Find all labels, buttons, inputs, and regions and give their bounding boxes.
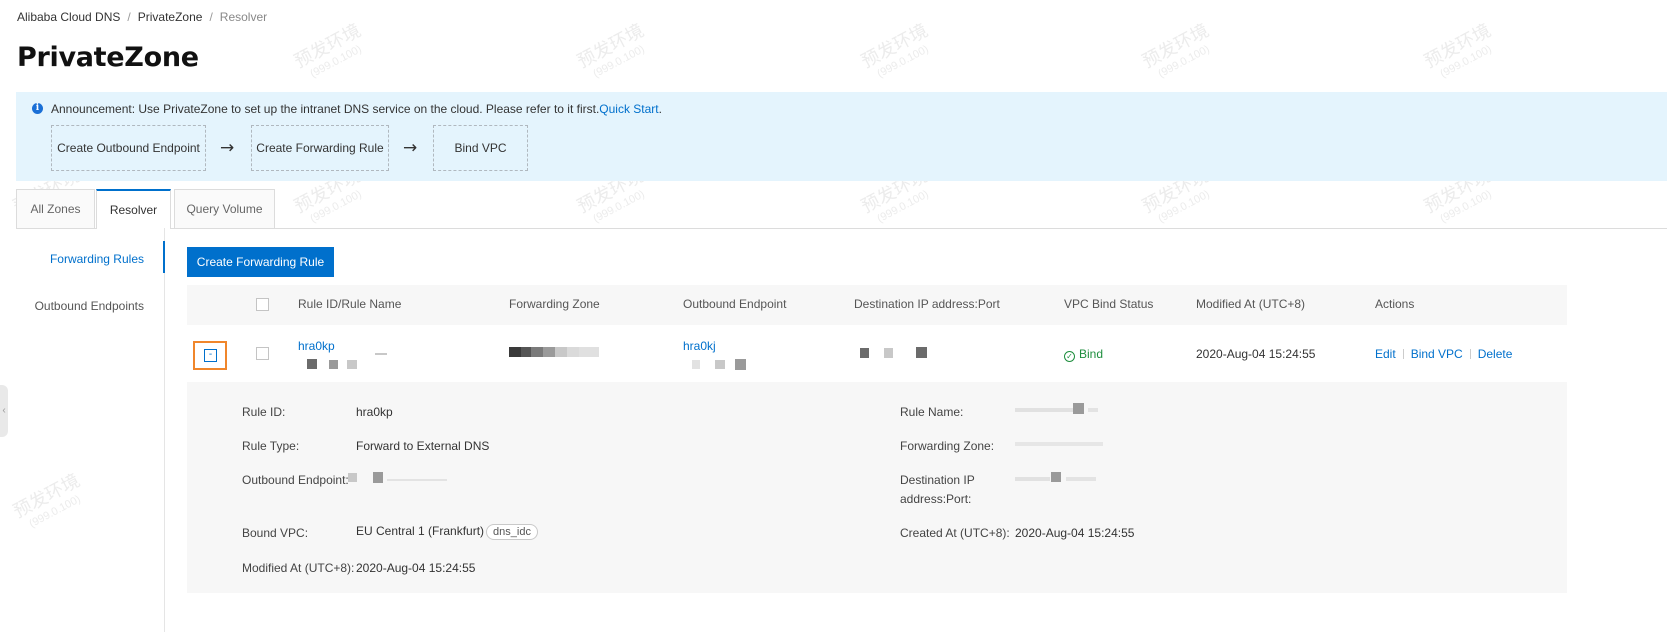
quick-start-link[interactable]: Quick Start (599, 102, 658, 116)
announcement-banner: i Announcement: Use PrivateZone to set u… (16, 92, 1667, 181)
watermark: 预发环境(999.0.100) (574, 20, 648, 80)
breadcrumb: Alibaba Cloud DNS / PrivateZone / Resolver (17, 10, 268, 24)
row-actions: Edit Bind VPC Delete (1375, 347, 1512, 361)
watermark: 预发环境(999.0.100) (291, 20, 365, 80)
column-actions: Actions (1375, 297, 1415, 311)
row-detail-panel: Rule ID: hra0kp Rule Type: Forward to Ex… (187, 382, 1567, 593)
detail-bound-vpc-label: Bound VPC: (242, 526, 309, 540)
vpc-bind-status: ✓ Bind (1064, 347, 1103, 362)
step-bind-vpc[interactable]: Bind VPC (433, 125, 528, 171)
column-forwarding-zone: Forwarding Zone (509, 297, 600, 311)
breadcrumb-item-privatezone[interactable]: PrivateZone (138, 10, 203, 24)
subnav-active-indicator (163, 241, 165, 273)
row-checkbox[interactable] (256, 347, 269, 360)
row-modified-at: 2020-Aug-04 15:24:55 (1196, 347, 1316, 361)
collapse-icon[interactable]: - (204, 349, 217, 362)
arrow-right-icon: → (403, 138, 418, 158)
watermark: 预发环境(999.0.100) (1421, 20, 1495, 80)
tab-bar: All Zones Resolver Query Volume (16, 189, 1667, 229)
vpc-id-tag: dns_idc (486, 524, 538, 540)
column-destination-ip: Destination IP address:Port (854, 297, 1000, 311)
watermark: 预发环境(999.0.100) (858, 20, 932, 80)
breadcrumb-item-dns[interactable]: Alibaba Cloud DNS (17, 10, 120, 24)
detail-bound-vpc-value: EU Central 1 (Frankfurt) dns_idc (356, 524, 538, 540)
detail-modified-at-value: 2020-Aug-04 15:24:55 (356, 561, 476, 575)
detail-outbound-endpoint-label: Outbound Endpoint: (242, 473, 349, 487)
column-vpc-bind-status: VPC Bind Status (1064, 297, 1154, 311)
detail-rule-type-label: Rule Type: (242, 439, 300, 453)
column-outbound-endpoint: Outbound Endpoint (683, 297, 787, 311)
delete-link[interactable]: Delete (1478, 347, 1513, 361)
table-header: Rule ID/Rule Name Forwarding Zone Outbou… (187, 285, 1567, 326)
expand-row-highlight: - (193, 341, 227, 370)
tab-query-volume[interactable]: Query Volume (174, 189, 275, 228)
column-rule-id: Rule ID/Rule Name (298, 297, 402, 311)
create-forwarding-rule-button[interactable]: Create Forwarding Rule (187, 247, 334, 277)
announcement-text: Announcement: Use PrivateZone to set up … (51, 102, 662, 116)
watermark: 预发环境(999.0.100) (1139, 20, 1213, 80)
column-modified-at: Modified At (UTC+8) (1196, 297, 1306, 311)
outbound-endpoint-link[interactable]: hra0kj (683, 339, 716, 353)
detail-rule-id-label: Rule ID: (242, 405, 286, 419)
edit-link[interactable]: Edit (1375, 347, 1396, 361)
rule-id-link[interactable]: hra0kp (298, 339, 335, 353)
arrow-right-icon: → (220, 138, 235, 158)
table-row: - hra0kp hra0kj ✓ Bind 2020-Aug-04 15:24:… (187, 325, 1567, 383)
check-circle-icon: ✓ (1064, 351, 1075, 362)
detail-forwarding-zone-label: Forwarding Zone: (900, 439, 995, 453)
detail-rule-name-label: Rule Name: (900, 405, 964, 419)
tab-resolver[interactable]: Resolver (96, 189, 171, 229)
resolver-subnav: Forwarding Rules Outbound Endpoints (0, 228, 165, 632)
subnav-outbound-endpoints[interactable]: Outbound Endpoints (35, 299, 144, 313)
page-title: PrivateZone (17, 42, 199, 73)
detail-modified-at-label: Modified At (UTC+8): (242, 561, 355, 575)
breadcrumb-item-resolver: Resolver (219, 10, 268, 24)
detail-destination-ip-label: Destination IP address:Port: (900, 473, 975, 506)
detail-rule-type-value: Forward to External DNS (356, 439, 490, 453)
bind-vpc-link[interactable]: Bind VPC (1411, 347, 1463, 361)
collapse-handle-icon[interactable]: ‹ (0, 385, 8, 437)
detail-rule-id-value: hra0kp (356, 405, 393, 419)
tab-all-zones[interactable]: All Zones (16, 189, 95, 228)
select-all-checkbox[interactable] (256, 298, 269, 311)
step-create-forwarding-rule[interactable]: Create Forwarding Rule (251, 125, 389, 171)
info-icon: i (32, 103, 43, 114)
detail-created-at-label: Created At (UTC+8): (900, 526, 1010, 540)
step-create-outbound-endpoint[interactable]: Create Outbound Endpoint (51, 125, 206, 171)
subnav-forwarding-rules[interactable]: Forwarding Rules (50, 252, 144, 266)
detail-created-at-value: 2020-Aug-04 15:24:55 (1015, 526, 1135, 540)
